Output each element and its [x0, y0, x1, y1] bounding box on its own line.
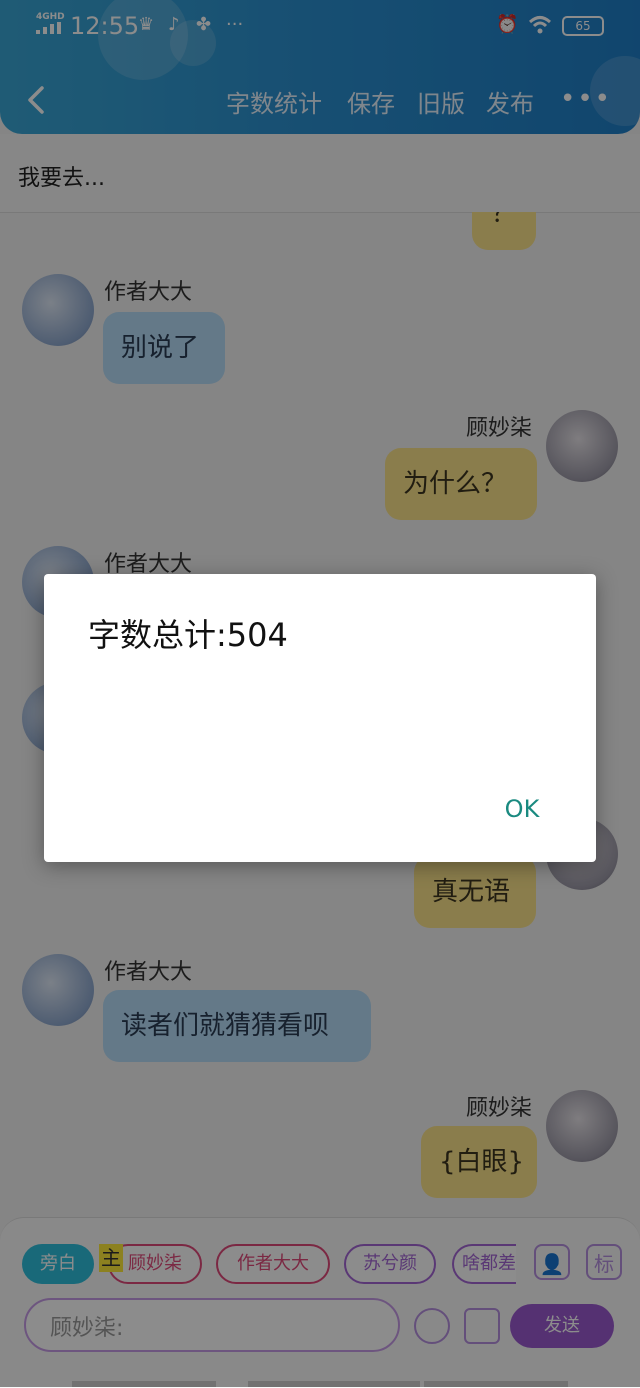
dialog-message: 字数总计:504: [88, 616, 288, 654]
ok-button[interactable]: OK: [492, 788, 552, 830]
word-count-dialog: 字数总计:504 OK: [44, 574, 596, 862]
